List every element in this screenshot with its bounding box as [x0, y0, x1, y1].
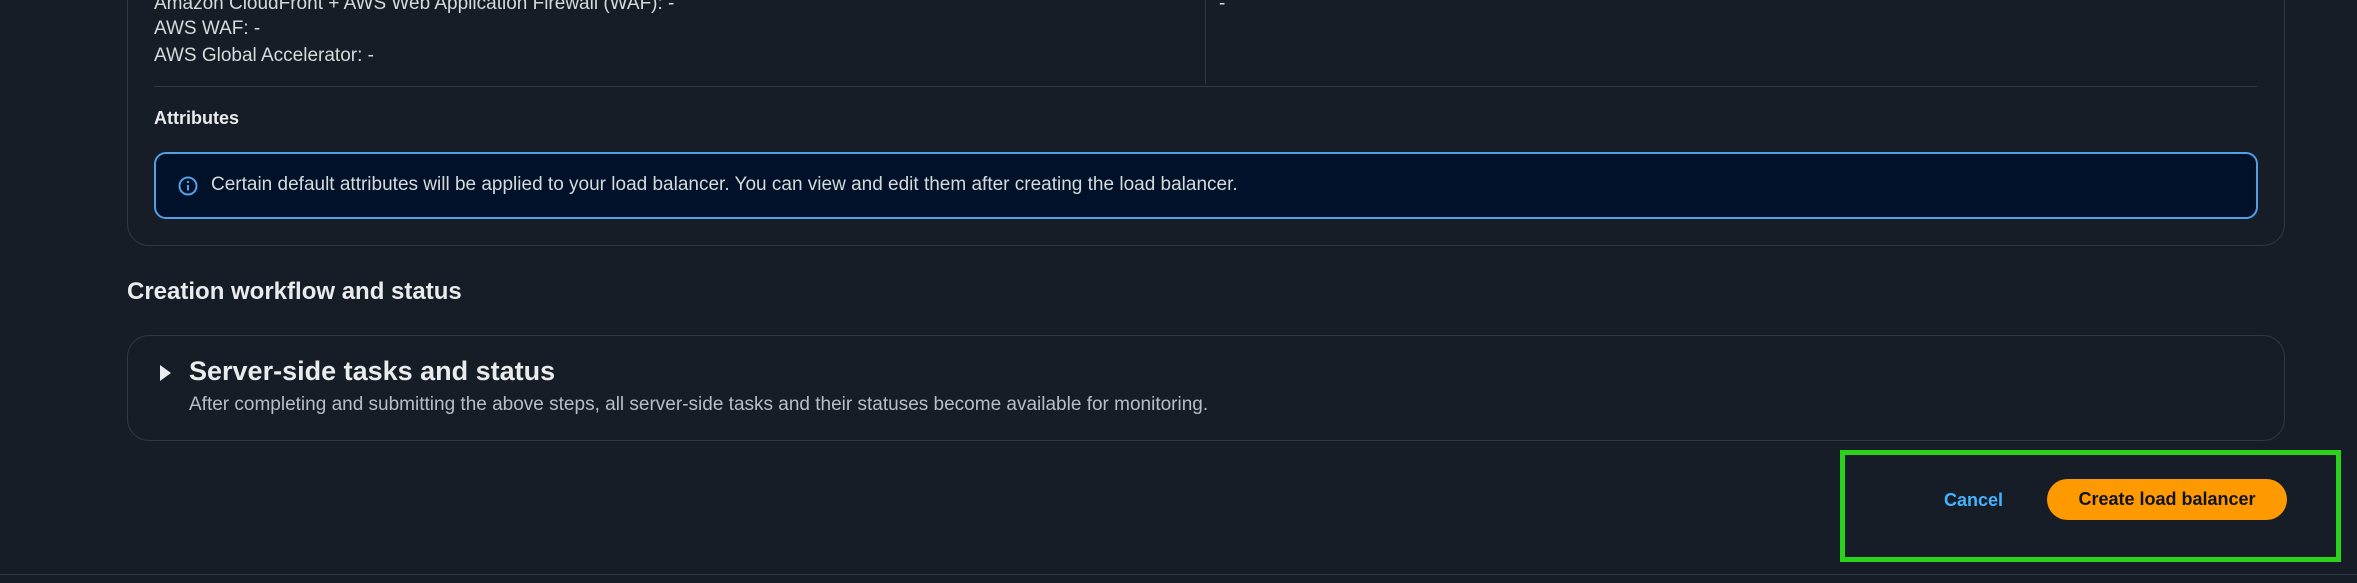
attributes-info-alert: Certain default attributes will be appli…: [154, 152, 2258, 219]
row-divider: [154, 86, 2257, 87]
server-side-tasks-title[interactable]: Server-side tasks and status: [189, 356, 555, 387]
attributes-info-text: Certain default attributes will be appli…: [211, 174, 1238, 195]
aws-waf-value: AWS WAF: -: [154, 18, 261, 39]
server-side-tasks-expandable[interactable]: Server-side tasks and status After compl…: [127, 335, 2285, 441]
cloudfront-waf-value: Amazon CloudFront + AWS Web Application …: [154, 0, 675, 14]
info-icon: [178, 176, 198, 196]
column-divider: [1205, 0, 1206, 84]
attributes-heading: Attributes: [154, 108, 239, 128]
cancel-button[interactable]: Cancel: [1930, 481, 2017, 519]
global-accelerator-value: AWS Global Accelerator: -: [154, 45, 374, 66]
create-load-balancer-button[interactable]: Create load balancer: [2047, 479, 2287, 520]
server-side-tasks-description: After completing and submitting the abov…: [189, 394, 1209, 415]
creation-workflow-heading: Creation workflow and status: [127, 278, 462, 305]
caret-right-icon[interactable]: [160, 365, 171, 381]
footer-divider: [0, 574, 2357, 575]
cloudfront-waf-right-value: -: [1219, 0, 1226, 14]
